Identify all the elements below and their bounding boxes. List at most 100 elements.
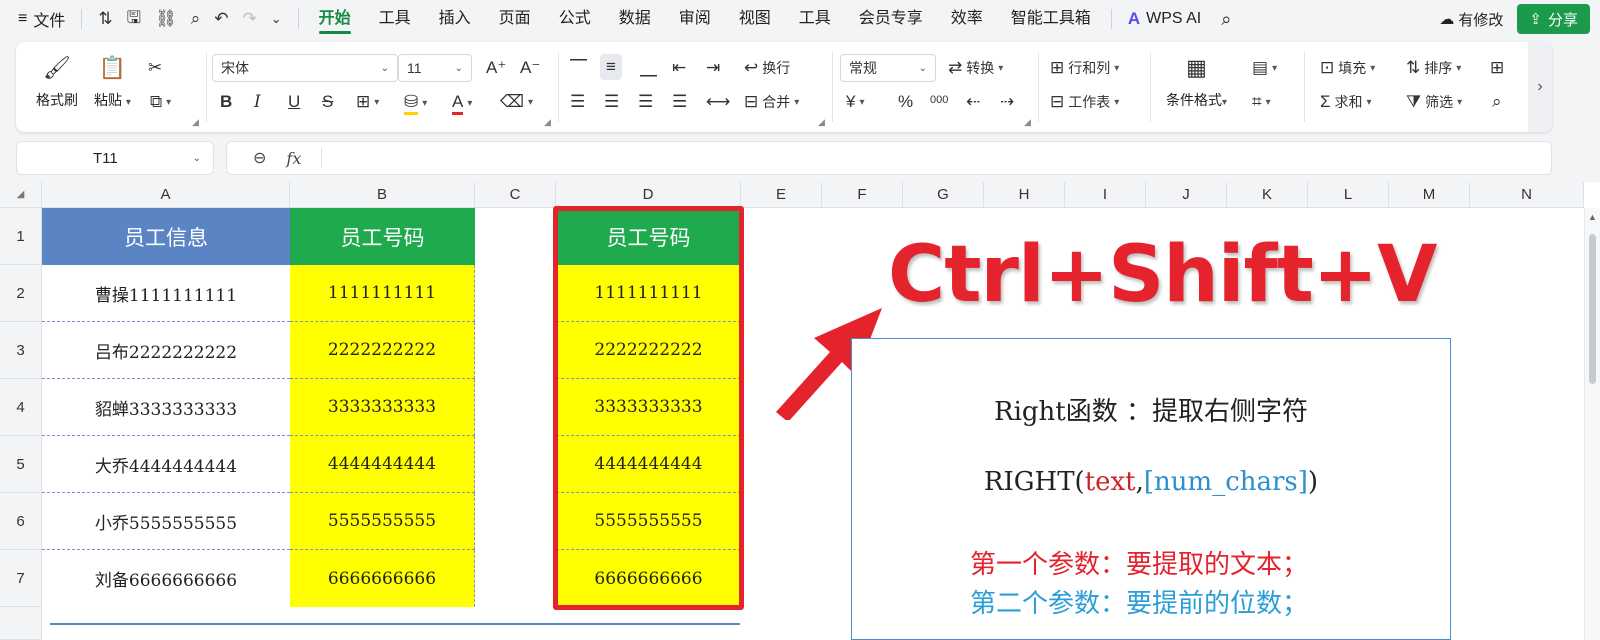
name-box[interactable]: T11 ⌄	[16, 141, 214, 175]
decrease-decimal-button[interactable]: ⇢	[1000, 92, 1014, 112]
align-top-button[interactable]: ⎺	[570, 58, 587, 78]
table-cell[interactable]: 4444444444	[556, 436, 741, 493]
table-cell[interactable]: 3333333333	[290, 379, 475, 436]
column-header[interactable]: L	[1308, 182, 1389, 208]
link-icon[interactable]: ⛓	[155, 9, 177, 29]
column-header[interactable]: J	[1146, 182, 1227, 208]
paste-button[interactable]: 📋 粘贴 ▾	[94, 54, 131, 110]
align-right-button[interactable]: ☰	[638, 92, 653, 112]
redo-icon[interactable]: ↷	[242, 9, 256, 29]
row-header[interactable]: 2	[0, 265, 42, 322]
search-doc-icon[interactable]: ⌕	[191, 9, 201, 29]
table-cell[interactable]: 2222222222	[556, 322, 741, 379]
table-cell[interactable]: 刘备6666666666	[42, 550, 290, 607]
merge-button[interactable]: ⊟ 合并 ▾	[744, 92, 799, 112]
align-middle-button[interactable]: ≡	[600, 54, 622, 80]
tab-formula[interactable]: 公式	[545, 0, 605, 38]
freeze-button[interactable]: ⊞	[1490, 58, 1504, 78]
cell-style-button[interactable]: ▤ ▾	[1252, 58, 1277, 78]
column-header[interactable]: N	[1470, 182, 1584, 208]
font-color-button[interactable]: A ▾	[452, 92, 472, 115]
tab-smart-toolbox[interactable]: 智能工具箱	[997, 0, 1105, 38]
table-cell[interactable]: 1111111111	[290, 265, 475, 322]
save-icon[interactable]: 🖫	[127, 5, 141, 34]
align-left-button[interactable]: ☰	[570, 92, 585, 112]
vertical-scrollbar[interactable]: ▲	[1584, 208, 1600, 640]
row-header[interactable]: 1	[0, 208, 42, 265]
align-bottom-button[interactable]: ⎽	[640, 58, 657, 78]
table-cell[interactable]: 6666666666	[290, 550, 475, 607]
column-header[interactable]: M	[1389, 182, 1470, 208]
table-header[interactable]: 员工号码	[556, 208, 741, 265]
table-header[interactable]: 员工信息	[42, 208, 290, 265]
filter-button[interactable]: ⧩ 筛选 ▾	[1406, 92, 1462, 112]
column-header[interactable]: C	[475, 182, 556, 208]
column-header[interactable]: A	[42, 182, 290, 208]
number-format-select[interactable]: 常规 ⌄	[840, 54, 936, 82]
row-header[interactable]: 3	[0, 322, 42, 379]
worksheet-button[interactable]: ⊟ 工作表 ▾	[1050, 92, 1119, 112]
sort-icon[interactable]: ⇅	[98, 9, 112, 29]
column-header[interactable]: E	[741, 182, 822, 208]
justify-button[interactable]: ☰	[672, 92, 687, 112]
table-cell[interactable]: 4444444444	[290, 436, 475, 493]
tab-tools[interactable]: 工具	[365, 0, 425, 38]
table-cell[interactable]: 5555555555	[556, 493, 741, 550]
increase-decimal-button[interactable]: ⇠	[966, 92, 980, 112]
cut-button[interactable]: ✂	[148, 58, 162, 78]
tab-efficiency[interactable]: 效率	[937, 0, 997, 38]
italic-button[interactable]: I	[254, 92, 261, 112]
number-expand-icon[interactable]: ◢	[1024, 117, 1031, 128]
column-header[interactable]: G	[903, 182, 984, 208]
font-size-select[interactable]: 11 ⌄	[398, 54, 472, 82]
table-cell[interactable]: 大乔4444444444	[42, 436, 290, 493]
increase-indent-button[interactable]: ⇥	[706, 58, 720, 78]
column-header[interactable]: I	[1065, 182, 1146, 208]
row-header[interactable]	[0, 607, 42, 640]
convert-button[interactable]: ⇄ 转换 ▾	[948, 58, 1003, 78]
sort-button[interactable]: ⇅ 排序 ▾	[1406, 58, 1461, 78]
tab-home[interactable]: 开始	[305, 0, 365, 38]
row-header[interactable]: 7	[0, 550, 42, 607]
zoom-icon[interactable]: ⊖	[253, 148, 266, 168]
column-header[interactable]: H	[984, 182, 1065, 208]
table-cell[interactable]: 小乔5555555555	[42, 493, 290, 550]
increase-font-button[interactable]: A⁺	[486, 58, 506, 78]
table-cell[interactable]: 5555555555	[290, 493, 475, 550]
more-icon[interactable]: ⌄	[271, 11, 282, 27]
column-header[interactable]: K	[1227, 182, 1308, 208]
table-cell[interactable]: 6666666666	[556, 550, 741, 607]
tab-page[interactable]: 页面	[485, 0, 545, 38]
bold-button[interactable]: B	[220, 92, 232, 112]
font-name-select[interactable]: 宋体 ⌄	[212, 54, 398, 82]
clipboard-expand-icon[interactable]: ◢	[192, 117, 199, 128]
scrollbar-thumb[interactable]	[1589, 234, 1596, 384]
sum-button[interactable]: Σ 求和 ▾	[1320, 92, 1372, 112]
tab-member[interactable]: 会员专享	[845, 0, 937, 38]
table-cell[interactable]: 3333333333	[556, 379, 741, 436]
table-cell[interactable]: 2222222222	[290, 322, 475, 379]
table-header[interactable]: 员工号码	[290, 208, 475, 265]
file-menu[interactable]: ≡ 文件	[0, 7, 75, 31]
row-header[interactable]: 5	[0, 436, 42, 493]
ribbon-scroll-right[interactable]: ›	[1528, 42, 1552, 132]
tab-insert[interactable]: 插入	[425, 0, 485, 38]
tab-data[interactable]: 数据	[605, 0, 665, 38]
thousands-button[interactable]: 000	[930, 94, 948, 106]
table-cell[interactable]: 吕布2222222222	[42, 322, 290, 379]
column-header[interactable]: F	[822, 182, 903, 208]
decrease-font-button[interactable]: A⁻	[520, 58, 540, 78]
wrap-text-button[interactable]: ↩ 换行	[744, 58, 790, 78]
tab-tools-2[interactable]: 工具	[785, 0, 845, 38]
revise-status[interactable]: ☁ 有修改	[1439, 9, 1503, 30]
row-header[interactable]: 4	[0, 379, 42, 436]
table-style-button[interactable]: ⌗ ▾	[1252, 92, 1271, 112]
undo-icon[interactable]: ↶	[214, 9, 228, 29]
copy-button[interactable]: ⧉ ▾	[150, 92, 171, 112]
tab-review[interactable]: 审阅	[665, 0, 725, 38]
table-cell[interactable]: 曹操1111111111	[42, 265, 290, 322]
strikethrough-button[interactable]: S	[322, 92, 333, 112]
formula-input[interactable]: ⊖ fx	[226, 141, 1552, 175]
align-center-button[interactable]: ☰	[604, 92, 619, 112]
border-button[interactable]: ⊞ ▾	[356, 92, 379, 112]
